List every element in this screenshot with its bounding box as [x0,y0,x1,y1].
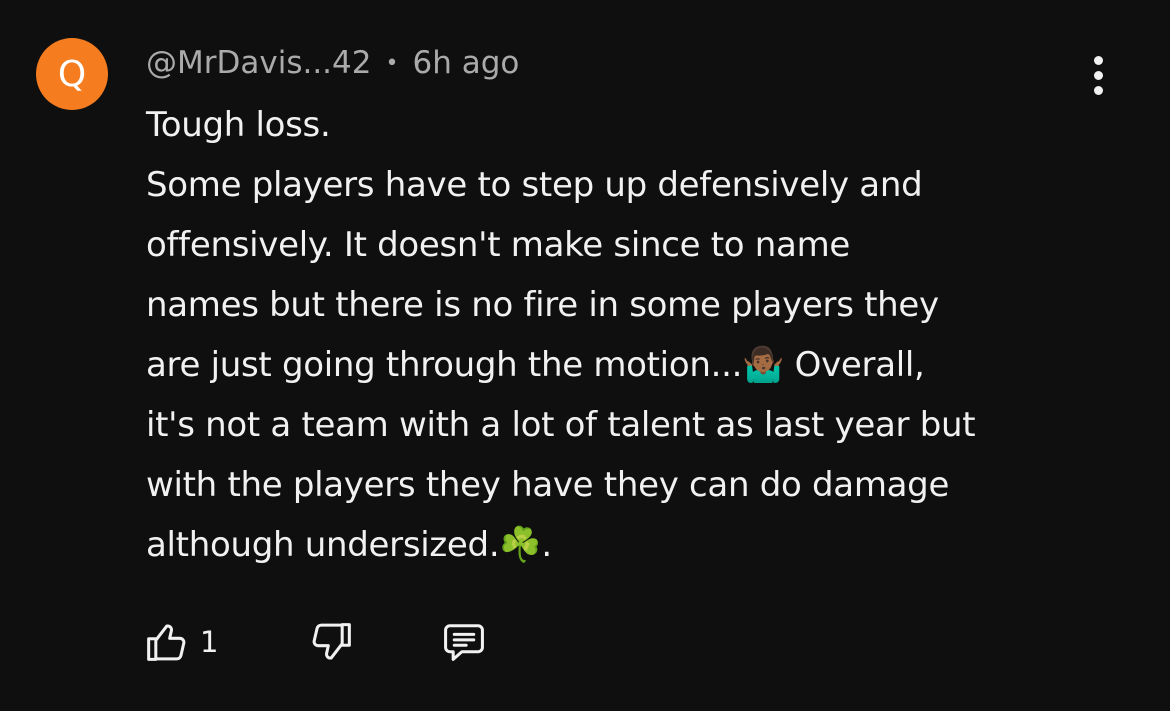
reply-button[interactable] [438,616,490,668]
menu-dot [1093,70,1103,80]
reply-comment-icon [444,624,485,661]
comment-line: are just going through the motion...🤷🏾‍♂… [146,345,925,385]
comment-line: it's not a team with a lot of talent as … [146,405,976,445]
comment-meta: @MrDavis...42 • 6h ago [146,40,519,86]
like-button[interactable]: 1 [140,616,218,668]
more-vert-icon[interactable] [1076,50,1120,100]
comment-line: Some players have to step up defensively… [146,165,923,205]
like-count: 1 [200,625,219,659]
comment-card: Q @MrDavis...42 • 6h ago Tough loss. Som… [0,0,1170,711]
comment-body: Tough loss. Some players have to step up… [146,95,1146,575]
comment-line: with the players they have they can do d… [146,465,950,505]
comment-line: offensively. It doesn't make since to na… [146,225,851,265]
menu-dot [1093,55,1103,65]
dislike-button[interactable] [306,616,358,668]
avatar-letter: Q [57,53,87,95]
author-handle[interactable]: @MrDavis...42 [146,45,371,81]
comment-line: although undersized.☘️. [146,525,552,565]
menu-dot [1093,85,1103,95]
comment-line: Tough loss. [146,105,331,145]
comment-time[interactable]: 6h ago [412,45,519,81]
thumbs-up-icon [147,624,186,661]
meta-separator: • [385,50,399,76]
comment-line: names but there is no fire in some playe… [146,285,939,325]
thumbs-down-icon [313,623,352,660]
avatar[interactable]: Q [36,38,108,110]
comment-actions: 1 [140,612,490,672]
